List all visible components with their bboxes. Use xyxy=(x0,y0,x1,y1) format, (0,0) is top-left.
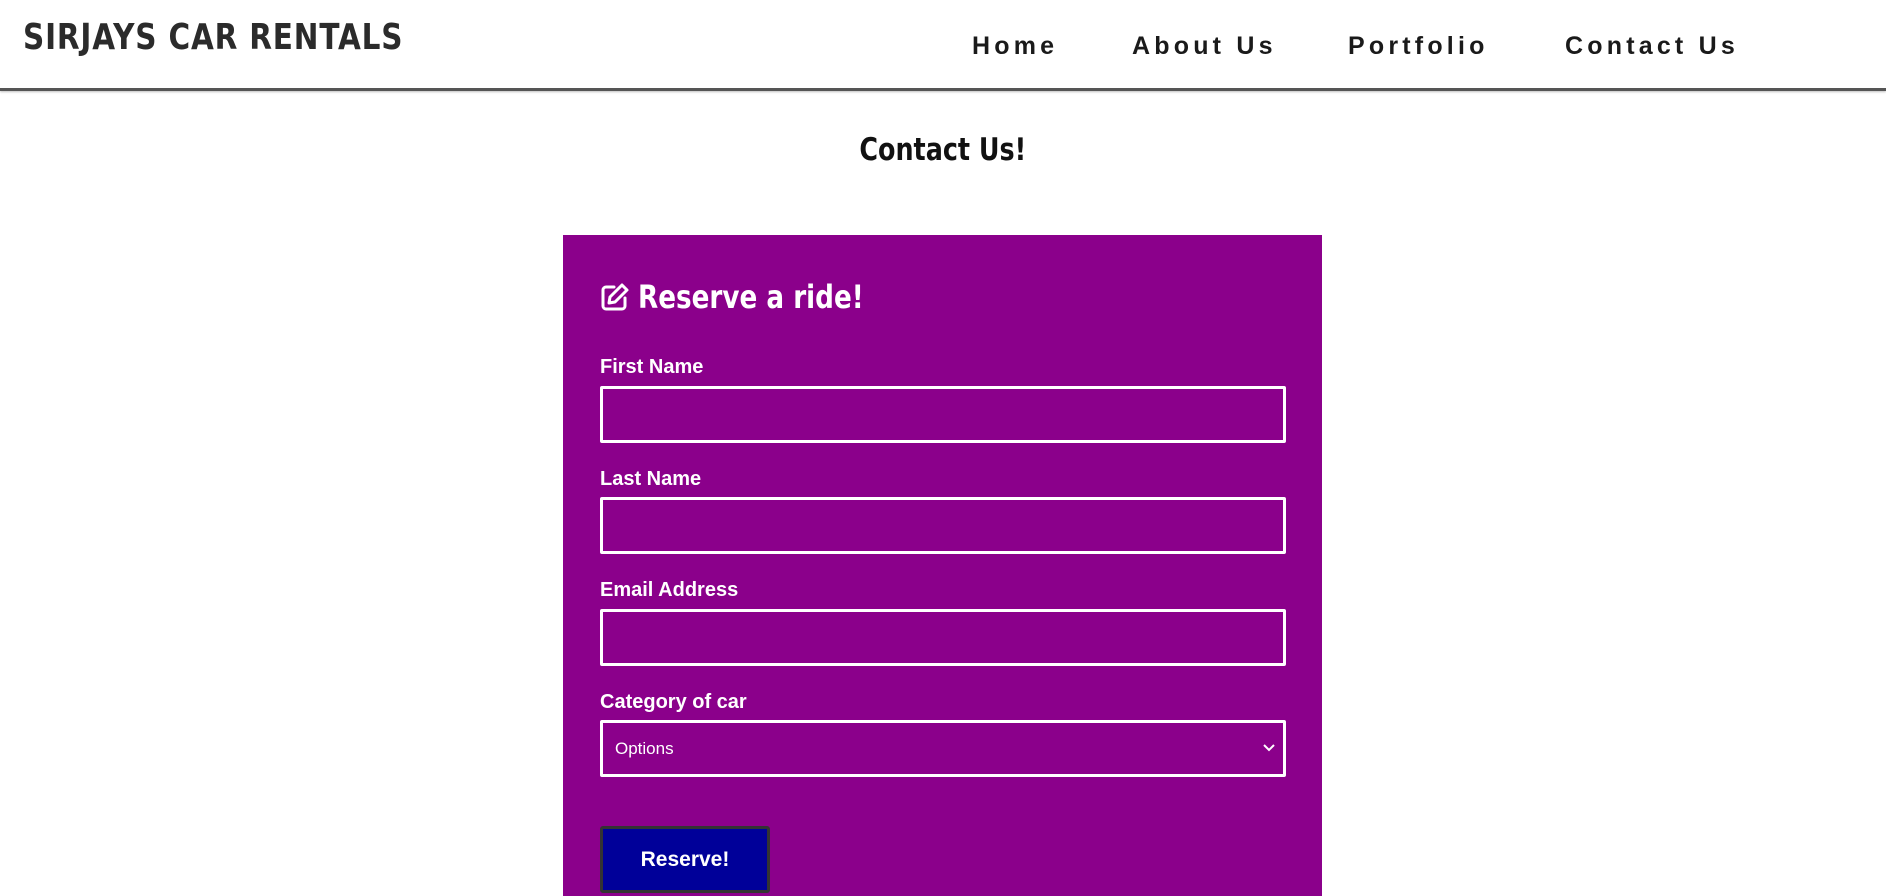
edit-icon xyxy=(601,283,629,311)
main-nav: Home About Us Portfolio Contact Us xyxy=(0,32,1886,66)
first-name-input[interactable] xyxy=(600,386,1286,443)
reserve-button[interactable]: Reserve! xyxy=(600,826,770,893)
last-name-label: Last Name xyxy=(600,468,702,490)
last-name-input[interactable] xyxy=(600,497,1286,554)
form-title-text: Reserve a ride! xyxy=(638,278,864,316)
car-category-selected: Options xyxy=(615,739,674,758)
nav-about-us[interactable]: About Us xyxy=(1132,32,1277,61)
site-header: SIRJAYS CAR RENTALS Home About Us Portfo… xyxy=(0,0,1886,91)
first-name-label: First Name xyxy=(600,356,704,378)
reservation-form: Reserve a ride! First Name Last Name Ema… xyxy=(563,235,1322,896)
email-address-label: Email Address xyxy=(600,579,739,601)
car-category-label: Category of car xyxy=(600,691,747,713)
page-title: Contact Us! xyxy=(0,132,1886,168)
nav-home[interactable]: Home xyxy=(972,32,1058,61)
nav-portfolio[interactable]: Portfolio xyxy=(1348,32,1489,61)
email-address-input[interactable] xyxy=(600,609,1286,666)
car-category-select[interactable]: Options xyxy=(600,720,1286,777)
nav-contact-us[interactable]: Contact Us xyxy=(1565,32,1739,61)
form-title: Reserve a ride! xyxy=(600,278,913,316)
chevron-down-icon xyxy=(1263,744,1275,752)
page-title-text: Contact Us! xyxy=(859,132,1027,168)
